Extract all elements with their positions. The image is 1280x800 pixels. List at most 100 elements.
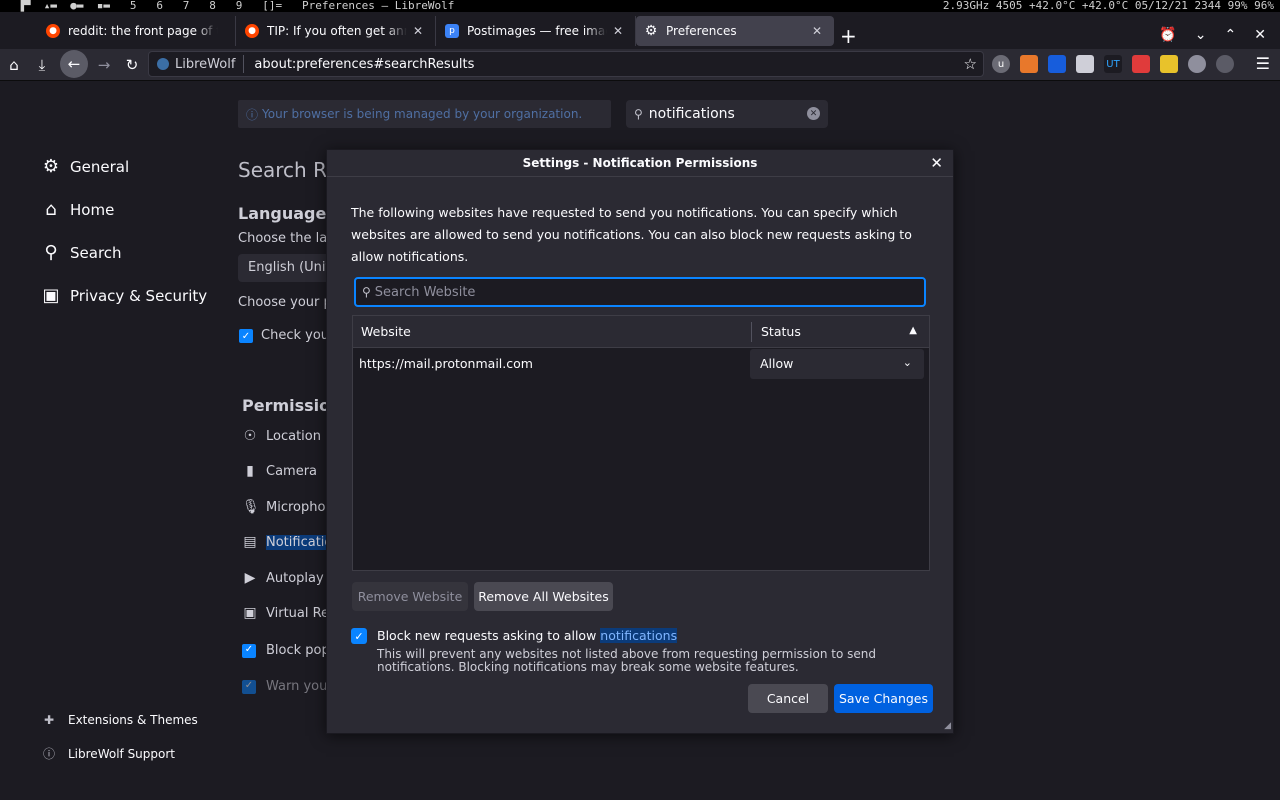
home-icon: ⌂ [45, 199, 57, 220]
gear-icon: ⚙ [42, 156, 60, 177]
dialog-title: Settings - Notification Permissions [327, 150, 953, 177]
cookie-icon[interactable] [1188, 55, 1206, 73]
check-your-checkbox[interactable]: ✓ [239, 329, 253, 343]
alarm-icon[interactable]: ⏰ [1159, 27, 1176, 43]
table-header: Website Status ▲ [353, 316, 929, 348]
category-label: General [70, 157, 130, 176]
search-value: notifications [648, 106, 735, 122]
status-column-header[interactable]: Status [761, 324, 801, 339]
check-your-label: Check your [261, 328, 335, 343]
ublock-icon[interactable]: u [992, 55, 1010, 73]
support-link[interactable]: ⓘ LibreWolf Support [42, 745, 175, 762]
category-general[interactable]: ⚙ General [40, 156, 129, 177]
forward-button[interactable]: → [92, 53, 116, 77]
perm-label: Autoplay [266, 570, 324, 586]
status-value: Allow [760, 356, 794, 371]
tab-preferences[interactable]: ⚙ Preferences ✕ [636, 16, 834, 46]
nav-bar: ⌂ ⤓ ← → ↻ LibreWolf about:preferences#se… [0, 49, 1280, 81]
back-button[interactable]: ← [60, 50, 88, 78]
clear-search-icon[interactable]: ✕ [807, 107, 820, 120]
perm-notifications: ▤ Notificatio [242, 534, 333, 550]
new-tab-icon[interactable]: + [840, 26, 857, 46]
category-home[interactable]: ⌂ Home [40, 199, 114, 220]
perm-label: Location [266, 428, 321, 444]
perm-location: ☉ Location [242, 428, 321, 444]
close-window-icon[interactable]: ✕ [1254, 27, 1266, 43]
bitwarden-icon[interactable] [1048, 55, 1066, 73]
pencil-icon[interactable] [1160, 55, 1178, 73]
system-stats: 2.93GHz 4505 +42.0°C +42.0°C 05/12/21 23… [942, 0, 1274, 12]
camera-icon[interactable] [1132, 55, 1150, 73]
button-label: Save Changes [838, 691, 929, 706]
bookmark-star-icon[interactable]: ☆ [964, 55, 977, 73]
tab-reddit[interactable]: ● reddit: the front page of the internet [38, 16, 236, 46]
extensions-themes-link[interactable]: ✚ Extensions & Themes [42, 713, 198, 727]
identity-label: LibreWolf [175, 56, 236, 72]
category-search[interactable]: ⚲ Search [40, 242, 121, 263]
tab-title: Postimages — free image hosting [467, 24, 607, 38]
perm-autoplay: ▶ Autoplay [242, 570, 324, 586]
perm-camera: ▮ Camera [242, 463, 317, 479]
close-tab-icon[interactable]: ✕ [812, 24, 822, 38]
block-requests-note: This will prevent any websites not liste… [377, 647, 876, 674]
status-dropdown[interactable]: Allow ⌄ [750, 349, 924, 379]
website-search-input[interactable] [374, 284, 875, 300]
website-column-header[interactable]: Website [361, 324, 411, 339]
tabstrip-controls: ⏰ ⌄ ⌃ ✕ [1159, 27, 1266, 43]
reload-icon[interactable]: ↻ [120, 53, 144, 77]
autoplay-icon: ▶ [244, 570, 256, 586]
url-bar[interactable]: LibreWolf about:preferences#searchResult… [148, 51, 984, 77]
block-requests-checkbox[interactable]: ✓ [351, 628, 367, 644]
close-tab-icon[interactable]: ✕ [613, 24, 623, 38]
choose-language-text: Choose the lan [238, 231, 336, 246]
list-all-tabs-icon[interactable]: ⌄ [1195, 27, 1207, 43]
search-icon: ⚲ [634, 107, 643, 121]
remove-all-websites-button[interactable]: Remove All Websites [474, 582, 613, 611]
download-icon[interactable]: ⤓ [30, 53, 54, 77]
identity-box[interactable]: LibreWolf [149, 55, 245, 73]
category-label: Privacy & Security [70, 286, 208, 305]
category-label: Home [70, 200, 115, 219]
preferences-search-input[interactable]: ⚲ notifications ✕ [626, 100, 828, 128]
perm-block-popups: ✓ Block pop [242, 643, 330, 658]
tab-postimages[interactable]: p Postimages — free image hosting ✕ [437, 16, 636, 46]
tab-strip: ● reddit: the front page of the internet… [0, 12, 1280, 49]
footer-label: Extensions & Themes [68, 713, 198, 727]
home-icon[interactable]: ⌂ [2, 53, 26, 77]
sort-up-icon: ▲ [909, 325, 917, 336]
tab-tip[interactable]: ● TIP: If you often get annoyed ✕ [237, 16, 436, 46]
system-status-bar: ▐▀ ▴▬ ●▬ ▪▬ 5 6 7 8 9 []= Preferences — … [0, 0, 1280, 12]
close-tab-icon[interactable]: ✕ [413, 24, 423, 38]
perm-virtual-reality: ▣ Virtual Re [242, 605, 329, 621]
website-search-field[interactable]: ⚲ [354, 277, 926, 307]
chevron-up-icon[interactable]: ⌃ [1225, 27, 1237, 43]
language-heading: Language [238, 204, 327, 223]
grid-icon[interactable] [1076, 55, 1094, 73]
footer-label: LibreWolf Support [68, 746, 176, 761]
perm-label: Block pop [266, 643, 330, 658]
block-requests-label[interactable]: Block new requests asking to allow notif… [377, 628, 678, 643]
trash-icon[interactable] [1020, 55, 1038, 73]
close-icon[interactable]: ✕ [930, 154, 943, 172]
perm-microphone: 🎙 Microphon [242, 499, 334, 515]
tab-title: TIP: If you often get annoyed [267, 24, 407, 38]
ut-icon[interactable]: UT [1104, 55, 1122, 73]
table-row[interactable]: https://mail.protonmail.com Allow ⌄ [353, 348, 929, 380]
menu-icon[interactable]: ☰ [1256, 54, 1270, 73]
tab-title: reddit: the front page of the internet [68, 24, 218, 38]
lock-icon: ▣ [42, 285, 60, 306]
vr-icon: ▣ [243, 605, 257, 621]
category-privacy[interactable]: ▣ Privacy & Security [40, 285, 207, 306]
save-changes-button[interactable]: Save Changes [834, 684, 933, 713]
tab-title: Preferences [666, 24, 737, 38]
cancel-button[interactable]: Cancel [748, 684, 828, 713]
choose-your-text: Choose your p [238, 295, 332, 310]
remove-website-button[interactable]: Remove Website [352, 582, 468, 611]
website-url: https://mail.protonmail.com [359, 356, 533, 371]
postimages-icon: p [445, 24, 459, 38]
button-label: Remove Website [357, 589, 463, 604]
managed-notice[interactable]: ⓘ Your browser is being managed by your … [238, 100, 611, 128]
resize-grip-icon[interactable]: ◢ [944, 721, 951, 731]
privacy-icon[interactable] [1216, 55, 1234, 73]
url-text[interactable]: about:preferences#searchResults [244, 57, 474, 72]
